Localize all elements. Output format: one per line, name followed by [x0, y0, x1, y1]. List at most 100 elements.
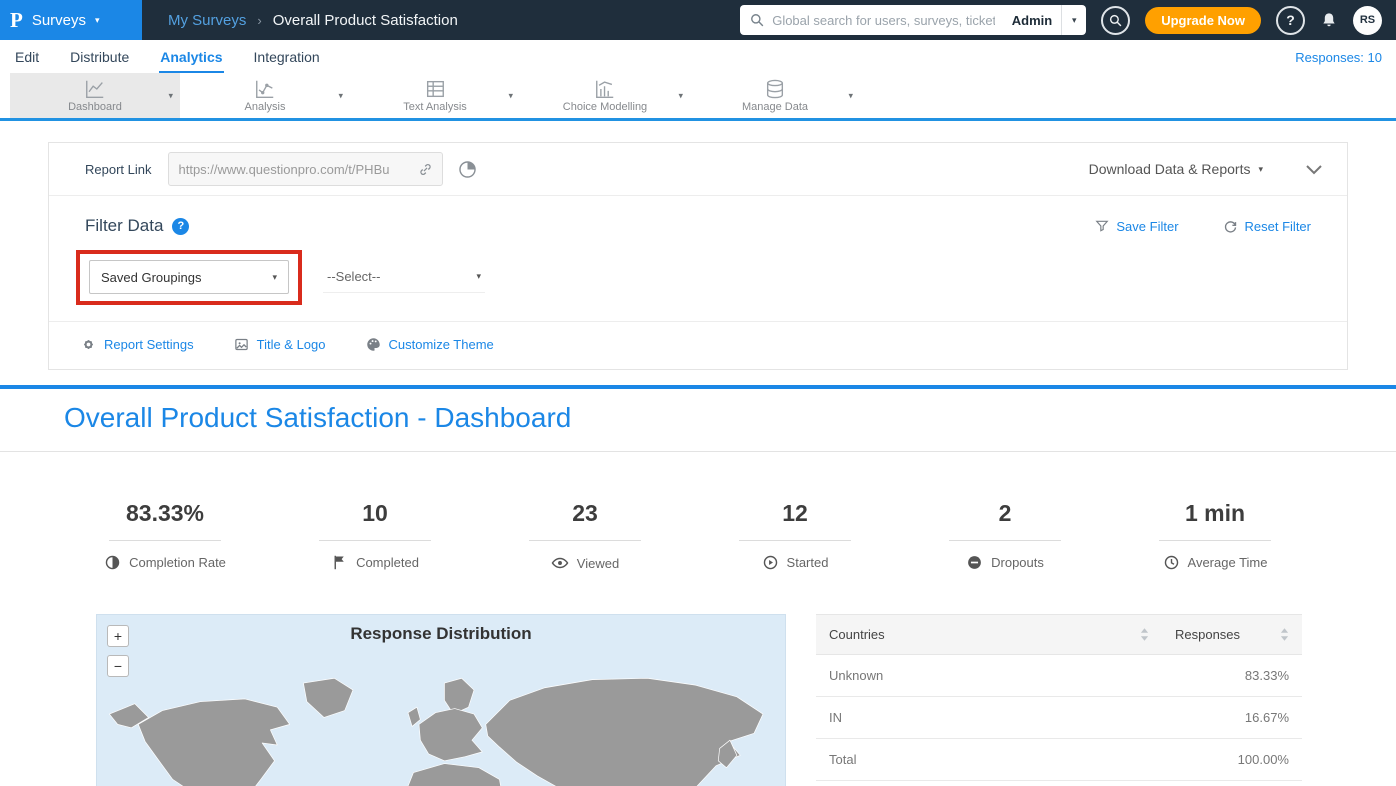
title-logo-link[interactable]: Title & Logo [234, 337, 326, 352]
response-distribution-card: + − Response Distribution [96, 614, 786, 786]
global-search: Admin ▾ [740, 5, 1086, 35]
tab-integration[interactable]: Integration [253, 44, 321, 73]
grouping-select-value: --Select-- [327, 269, 380, 284]
global-search-input[interactable] [764, 13, 1003, 28]
stats-row: 83.33% Completion Rate 10 Completed 23 V… [0, 452, 1396, 572]
toolbar-analysis[interactable]: Analysis ▾ [180, 73, 350, 118]
tab-analytics[interactable]: Analytics [159, 44, 223, 73]
tab-distribute[interactable]: Distribute [69, 44, 130, 73]
collapse-chevron-icon[interactable] [1305, 164, 1323, 175]
user-avatar[interactable]: RS [1353, 6, 1382, 35]
link-icon[interactable] [418, 162, 433, 177]
choice-modelling-chart-icon [594, 78, 616, 100]
map-zoom-out-button[interactable]: − [107, 655, 129, 677]
report-filter-card: Report Link https://www.questionpro.com/… [48, 142, 1348, 370]
caret-down-icon[interactable]: ▾ [678, 90, 683, 101]
tab-edit[interactable]: Edit [14, 44, 40, 73]
caret-down-icon[interactable]: ▾ [508, 90, 513, 101]
country-cell: Total [816, 739, 1162, 781]
caret-down-icon: ▾ [272, 272, 277, 283]
responses-header-label: Responses [1175, 627, 1240, 642]
questionpro-logo: P [10, 8, 23, 33]
stat-completion-rate: 83.33% Completion Rate [60, 500, 270, 572]
database-icon [764, 78, 786, 100]
stat-value: 1 min [1159, 500, 1271, 541]
toolbar-choice-modelling[interactable]: Choice Modelling ▾ [520, 73, 690, 118]
report-link-url: https://www.questionpro.com/t/PHBu [178, 162, 418, 177]
text-analysis-table-icon [424, 78, 446, 100]
stat-label: Completion Rate [129, 555, 226, 570]
responses-cell: 16.67% [1162, 697, 1302, 739]
world-map[interactable] [97, 659, 785, 786]
topbar: P Surveys ▾ My Surveys › Overall Product… [0, 0, 1396, 40]
save-filter-button[interactable]: Save Filter [1095, 219, 1178, 234]
sort-icon[interactable] [1280, 628, 1289, 641]
funnel-icon [1095, 219, 1109, 233]
flag-icon [331, 554, 348, 571]
live-report-pie-icon[interactable] [458, 160, 477, 179]
customize-theme-label: Customize Theme [389, 337, 494, 352]
reset-filter-button[interactable]: Reset Filter [1223, 219, 1311, 234]
search-button[interactable] [1101, 6, 1130, 35]
table-row: Total 100.00% [816, 739, 1302, 781]
stat-value: 12 [739, 500, 851, 541]
stat-value: 10 [319, 500, 431, 541]
responses-count[interactable]: Responses: 10 [1295, 50, 1382, 73]
search-scope-label[interactable]: Admin [1003, 13, 1061, 28]
responses-cell: 83.33% [1162, 655, 1302, 697]
download-data-reports-dropdown[interactable]: Download Data & Reports ▾ [1089, 161, 1263, 177]
caret-down-icon[interactable]: ▾ [848, 90, 853, 101]
notifications-bell-icon[interactable] [1320, 11, 1338, 30]
toolbar-manage-data[interactable]: Manage Data ▾ [690, 73, 860, 118]
stat-label: Viewed [577, 556, 619, 571]
caret-down-icon[interactable]: ▾ [338, 90, 343, 101]
caret-down-icon: ▾ [476, 271, 481, 282]
column-header-responses[interactable]: Responses [1162, 615, 1302, 655]
map-zoom-in-button[interactable]: + [107, 625, 129, 647]
report-link-label: Report Link [85, 162, 151, 177]
product-switcher-label: Surveys [32, 12, 86, 29]
breadcrumb: My Surveys › Overall Product Satisfactio… [168, 12, 458, 29]
report-link-field[interactable]: https://www.questionpro.com/t/PHBu [168, 152, 443, 186]
filter-controls: Saved Groupings ▾ --Select-- ▾ [85, 260, 1311, 294]
minus-circle-icon [966, 554, 983, 571]
search-icon [750, 13, 764, 27]
refresh-icon [1223, 219, 1238, 234]
table-row: Unknown 83.33% [816, 655, 1302, 697]
saved-groupings-value: Saved Groupings [101, 270, 201, 285]
stat-completed: 10 Completed [270, 500, 480, 572]
distribution-section: + − Response Distribution [0, 572, 1396, 786]
stat-viewed: 23 Viewed [480, 500, 690, 572]
saved-groupings-dropdown[interactable]: Saved Groupings ▾ [89, 260, 289, 294]
toolbar-label: Text Analysis [403, 101, 467, 113]
sort-icon[interactable] [1140, 628, 1149, 641]
countries-header-label: Countries [829, 627, 885, 642]
analytics-toolbar: Dashboard ▾ Analysis ▾ Text Analysis ▾ C… [0, 73, 1396, 121]
toolbar-label: Analysis [245, 101, 286, 113]
search-scope-dropdown[interactable]: ▾ [1061, 5, 1086, 35]
upgrade-now-button[interactable]: Upgrade Now [1145, 7, 1261, 34]
breadcrumb-my-surveys[interactable]: My Surveys [168, 12, 246, 29]
grouping-select-dropdown[interactable]: --Select-- ▾ [323, 261, 485, 293]
eye-icon [551, 554, 569, 572]
palette-icon [366, 337, 381, 352]
customize-theme-link[interactable]: Customize Theme [366, 337, 494, 352]
report-settings-link[interactable]: Report Settings [81, 337, 194, 352]
toolbar-dashboard[interactable]: Dashboard ▾ [10, 73, 180, 118]
report-link-row: Report Link https://www.questionpro.com/… [49, 143, 1347, 196]
country-cell: Unknown [816, 655, 1162, 697]
stat-average-time: 1 min Average Time [1110, 500, 1320, 572]
column-header-countries[interactable]: Countries [816, 615, 1162, 655]
caret-down-icon: ▾ [1072, 15, 1077, 26]
stat-dropouts: 2 Dropouts [900, 500, 1110, 572]
toolbar-text-analysis[interactable]: Text Analysis ▾ [350, 73, 520, 118]
stat-label: Started [787, 555, 829, 570]
help-button[interactable]: ? [1276, 6, 1305, 35]
product-switcher[interactable]: P Surveys ▾ [0, 0, 142, 40]
filter-help-icon[interactable]: ? [172, 218, 189, 235]
breadcrumb-current-survey: Overall Product Satisfaction [273, 12, 458, 29]
download-label: Download Data & Reports [1089, 161, 1251, 177]
caret-down-icon[interactable]: ▾ [168, 90, 173, 101]
stat-label: Dropouts [991, 555, 1044, 570]
page-title: Overall Product Satisfaction - Dashboard [64, 402, 1332, 434]
